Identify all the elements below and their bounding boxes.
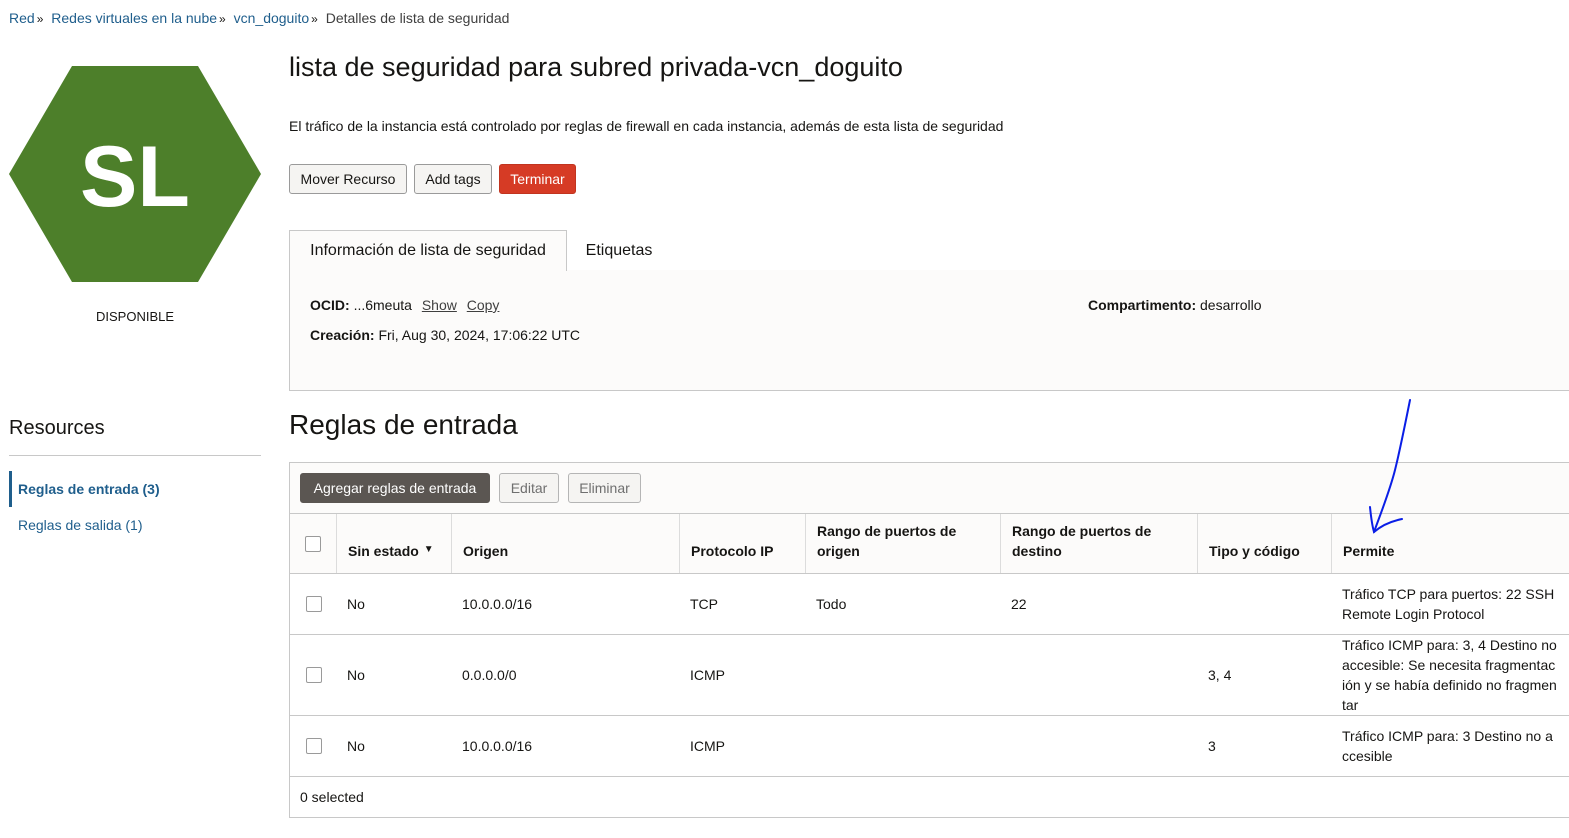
cell-source: 10.0.0.0/16 xyxy=(462,596,533,612)
select-all-cell xyxy=(290,514,337,573)
row-checkbox[interactable] xyxy=(305,667,322,683)
breadcrumb-separator-icon: » xyxy=(311,12,318,26)
ocid-row: OCID: ...6meuta Show Copy xyxy=(310,297,499,313)
cell-allows: Tráfico TCP para puertos: 22 SSH Remote … xyxy=(1342,586,1555,622)
compartment-row: Compartimento: desarrollo xyxy=(1088,297,1262,313)
row-checkbox[interactable] xyxy=(305,738,322,754)
table-row: No 10.0.0.0/16 ICMP 3 Tráfico ICMP para:… xyxy=(290,716,1569,777)
info-panel: OCID: ...6meuta Show Copy Creación: Fri,… xyxy=(289,270,1569,391)
sort-caret-down-icon: ▼ xyxy=(423,544,434,555)
column-header-type-code: Tipo y código xyxy=(1198,514,1332,573)
ocid-show-link[interactable]: Show xyxy=(422,297,457,313)
row-select-cell xyxy=(290,574,337,634)
compartment-label: Compartimento: xyxy=(1088,297,1197,313)
selection-count: 0 selected xyxy=(300,789,364,805)
column-header-stateless[interactable]: Sin estado ▼ xyxy=(337,514,452,573)
column-header-protocol: Protocolo IP xyxy=(680,514,806,573)
cell-stateless: No xyxy=(347,667,365,683)
sidebar-item-egress-rules[interactable]: Reglas de salida (1) xyxy=(9,507,261,543)
compartment-value: desarrollo xyxy=(1200,297,1262,313)
page-title: lista de seguridad para subred privada-v… xyxy=(289,52,903,82)
tab-tags[interactable]: Etiquetas xyxy=(567,230,671,271)
cell-allows: Tráfico ICMP para: 3 Destino no accesibl… xyxy=(1342,728,1553,764)
ingress-rules-title: Reglas de entrada xyxy=(289,409,518,440)
cell-type-code: 3 xyxy=(1208,738,1216,754)
resources-divider xyxy=(9,455,261,456)
cell-protocol: TCP xyxy=(690,596,718,612)
delete-button[interactable]: Eliminar xyxy=(568,473,641,503)
resources-title: Resources xyxy=(9,417,105,439)
ocid-value: ...6meuta xyxy=(353,297,412,313)
created-value: Fri, Aug 30, 2024, 17:06:22 UTC xyxy=(378,327,581,343)
created-label: Creación: xyxy=(310,327,375,343)
cell-stateless: No xyxy=(347,596,365,612)
sidebar-item-ingress-rules[interactable]: Reglas de entrada (3) xyxy=(9,471,261,507)
breadcrumb-separator-icon: » xyxy=(36,12,44,26)
cell-destination-ports xyxy=(1001,635,1198,715)
ocid-label: OCID: xyxy=(310,297,350,313)
breadcrumb-vcn[interactable]: vcn_doguito xyxy=(234,10,310,26)
column-header-source-ports: Rango de puertos de origen xyxy=(806,514,1001,573)
cell-type-code: 3, 4 xyxy=(1208,667,1232,683)
cell-stateless: No xyxy=(347,738,365,754)
breadcrumb-red[interactable]: Red xyxy=(9,10,35,26)
cell-destination-ports xyxy=(1001,716,1198,776)
cell-source-ports xyxy=(806,635,1001,715)
add-tags-button[interactable]: Add tags xyxy=(414,164,492,194)
cell-source: 10.0.0.0/16 xyxy=(462,738,533,754)
edit-button[interactable]: Editar xyxy=(499,473,559,503)
detail-tabs: Información de lista de seguridad Etique… xyxy=(289,230,1569,271)
add-ingress-rules-button[interactable]: Agregar reglas de entrada xyxy=(300,473,490,503)
cell-type-code xyxy=(1198,574,1332,634)
ocid-copy-link[interactable]: Copy xyxy=(467,297,500,313)
page-description: El tráfico de la instancia está controla… xyxy=(289,118,1004,134)
select-all-checkbox[interactable] xyxy=(305,535,321,552)
breadcrumb: Red» Redes virtuales en la nube» vcn_dog… xyxy=(9,10,509,26)
table-row: No 10.0.0.0/16 TCP Todo 22 Tráfico TCP p… xyxy=(290,574,1569,635)
created-row: Creación: Fri, Aug 30, 2024, 17:06:22 UT… xyxy=(310,327,580,343)
breadcrumb-vcns[interactable]: Redes virtuales en la nube xyxy=(51,10,217,26)
row-select-cell xyxy=(290,716,337,776)
row-select-cell xyxy=(290,635,337,715)
breadcrumb-current: Detalles de lista de seguridad xyxy=(325,10,510,26)
cell-source: 0.0.0.0/0 xyxy=(462,667,517,683)
resource-status: DISPONIBLE xyxy=(95,309,175,324)
annotation-arrow-icon xyxy=(1360,395,1420,550)
breadcrumb-separator-icon: » xyxy=(219,12,226,26)
cell-protocol: ICMP xyxy=(690,738,725,754)
row-checkbox[interactable] xyxy=(305,596,322,612)
move-resource-button[interactable]: Mover Recurso xyxy=(289,164,407,194)
cell-allows: Tráfico ICMP para: 3, 4 Destino no acces… xyxy=(1342,637,1557,713)
column-header-destination-ports: Rango de puertos de destino xyxy=(1001,514,1198,573)
cell-source-ports: Todo xyxy=(816,596,847,612)
tab-security-list-info[interactable]: Información de lista de seguridad xyxy=(289,230,567,271)
cell-protocol: ICMP xyxy=(690,667,725,683)
resource-initials: SL xyxy=(80,129,190,225)
cell-destination-ports: 22 xyxy=(1011,596,1027,612)
resource-hexagon-icon: SL xyxy=(9,66,261,282)
cell-source-ports xyxy=(806,716,1001,776)
terminate-button[interactable]: Terminar xyxy=(499,164,576,194)
column-header-source: Origen xyxy=(452,514,680,573)
table-row: No 0.0.0.0/0 ICMP 3, 4 Tráfico ICMP para… xyxy=(290,635,1569,716)
